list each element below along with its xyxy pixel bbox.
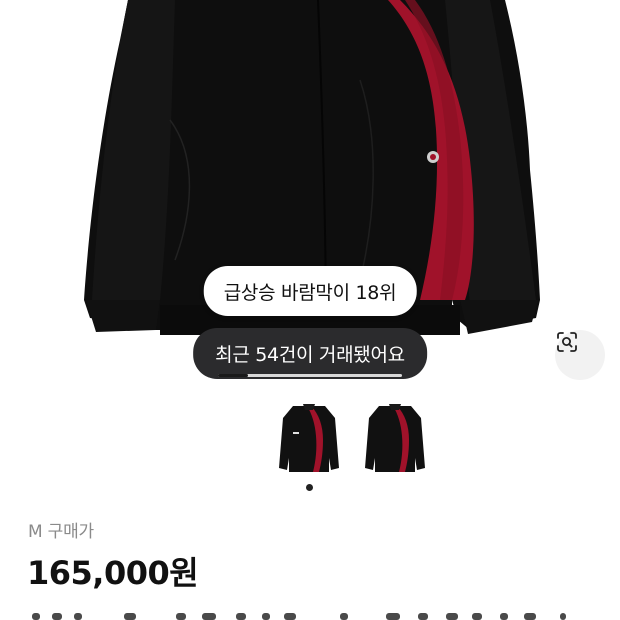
product-main-image[interactable]: 급상승 바람막이 18위 최근 54건이 거래됐어요 bbox=[0, 0, 620, 385]
truncated-description-line bbox=[0, 606, 620, 620]
popularity-badge: 급상승 바람막이 18위 bbox=[203, 266, 417, 316]
thumbnail-strip bbox=[0, 398, 620, 478]
jacket-thumbnail-image bbox=[279, 404, 339, 472]
thumbnail-2[interactable] bbox=[359, 398, 431, 476]
jacket-thumbnail-image bbox=[365, 404, 425, 472]
trade-count-badge: 최근 54건이 거래됐어요 bbox=[193, 328, 427, 379]
thumbnail-1[interactable] bbox=[273, 398, 345, 476]
purchase-price: 165,000원 bbox=[27, 554, 199, 592]
image-progress-active bbox=[218, 374, 248, 377]
size-purchase-label: M 구매가 bbox=[28, 522, 94, 542]
image-search-icon bbox=[557, 332, 577, 352]
image-search-button[interactable] bbox=[555, 330, 605, 380]
carousel-dot-active[interactable] bbox=[306, 484, 313, 491]
trade-count-badge-text: 최근 54건이 거래됐어요 bbox=[215, 344, 405, 366]
popularity-badge-text: 급상승 바람막이 18위 bbox=[223, 281, 397, 304]
image-progress-indicator bbox=[218, 374, 402, 377]
